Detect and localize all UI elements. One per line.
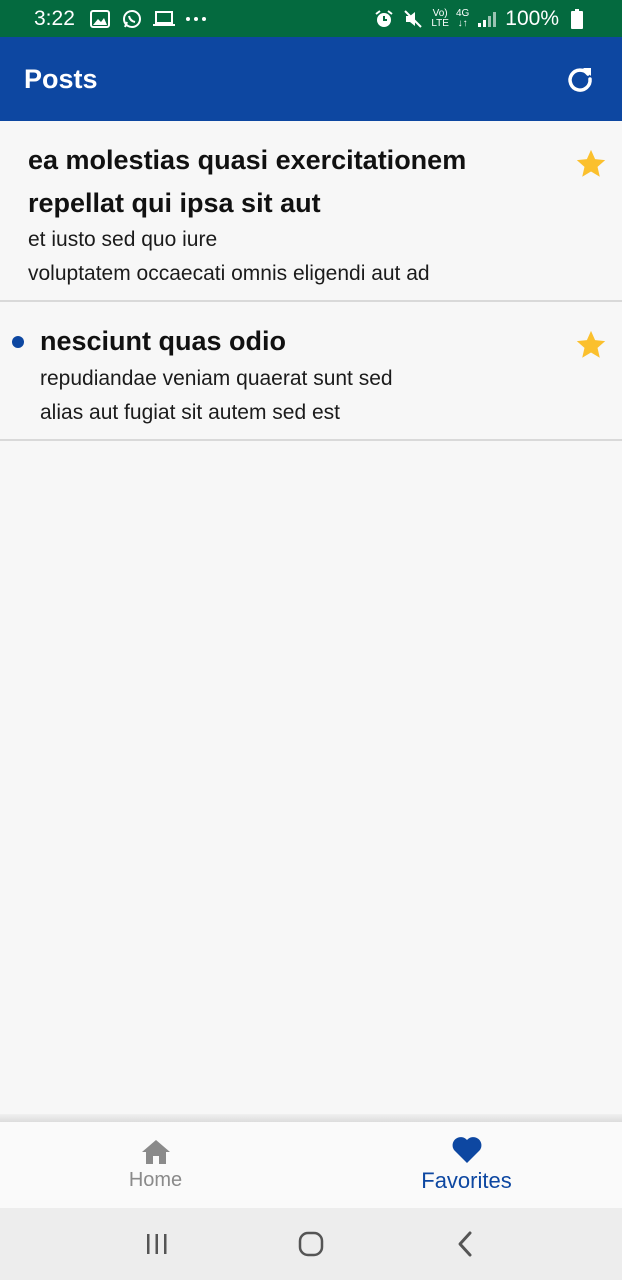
status-bar-right: Vo) LTE 4G ↓↑ 100%: [373, 7, 588, 31]
home-circle-icon: [298, 1231, 324, 1257]
battery-icon: [566, 8, 588, 30]
home-icon: [141, 1139, 170, 1164]
bottom-nav-shadow: [0, 1114, 622, 1122]
post-title-line: nesciunt quas odio: [40, 326, 287, 356]
alarm-icon: [373, 8, 395, 30]
favorite-star-icon[interactable]: [574, 328, 608, 362]
recent-apps-button[interactable]: [133, 1220, 181, 1268]
home-system-button[interactable]: [287, 1220, 335, 1268]
refresh-icon: [568, 68, 592, 92]
heart-icon: [452, 1137, 481, 1163]
volte-bottom-text: LTE: [431, 17, 449, 29]
post-list-item[interactable]: ea molestias quasi exercitationem repell…: [0, 121, 622, 302]
post-body-line: alias aut fugiat sit autem sed est: [40, 401, 340, 424]
post-body-line: et iusto sed quo iure: [28, 228, 218, 251]
laptop-icon: [152, 8, 175, 30]
status-time: 3:22: [34, 6, 75, 30]
favorite-star-icon[interactable]: [574, 147, 608, 181]
recent-apps-icon: [147, 1234, 167, 1254]
system-nav-bar: [0, 1208, 622, 1280]
page-title: Posts: [24, 63, 98, 94]
nav-favorites-label: Favorites: [421, 1168, 512, 1193]
status-bar-left: 3:22: [34, 7, 207, 31]
post-body: repudiandae veniam quaerat sunt sed alia…: [40, 362, 393, 430]
post-list-item[interactable]: nesciunt quas odio repudiandae veniam qu…: [0, 302, 622, 441]
post-body-line: repudiandae veniam quaerat sunt sed: [40, 367, 393, 390]
network-type: 4G ↓↑: [455, 7, 470, 29]
post-title: ea molestias quasi exercitationem repell…: [28, 139, 466, 225]
post-title: nesciunt quas odio: [40, 320, 286, 363]
nav-favorites-tab[interactable]: Favorites: [311, 1122, 622, 1208]
signal-icon: [476, 8, 498, 30]
back-chevron-icon: [458, 1231, 472, 1257]
post-list: ea molestias quasi exercitationem repell…: [0, 121, 622, 441]
network-type-text: 4G: [455, 7, 470, 19]
nav-home-tab[interactable]: Home: [0, 1122, 311, 1208]
mute-icon: [402, 8, 424, 30]
post-title-line: ea molestias quasi exercitationem: [28, 145, 467, 175]
app-bar: Posts: [0, 37, 622, 121]
post-title-line: repellat qui ipsa sit aut: [28, 188, 321, 218]
nav-home-label: Home: [128, 1168, 183, 1191]
post-body-line: voluptatem occaecati omnis eligendi aut …: [28, 262, 430, 285]
refresh-button[interactable]: [562, 61, 598, 97]
status-bar: 3:22 Vo) LTE 4G ↓↑ 100%: [0, 0, 622, 37]
more-dots-icon: [185, 8, 207, 30]
post-body: et iusto sed quo iure voluptatem occaeca…: [28, 223, 430, 291]
unread-indicator: [12, 336, 24, 348]
bottom-nav: Home Favorites: [0, 1122, 622, 1208]
back-button[interactable]: [441, 1220, 489, 1268]
whatsapp-icon: [121, 8, 143, 30]
volte-indicator: Vo) LTE: [431, 8, 449, 29]
gallery-icon: [89, 8, 111, 30]
battery-percent: 100%: [505, 6, 559, 30]
